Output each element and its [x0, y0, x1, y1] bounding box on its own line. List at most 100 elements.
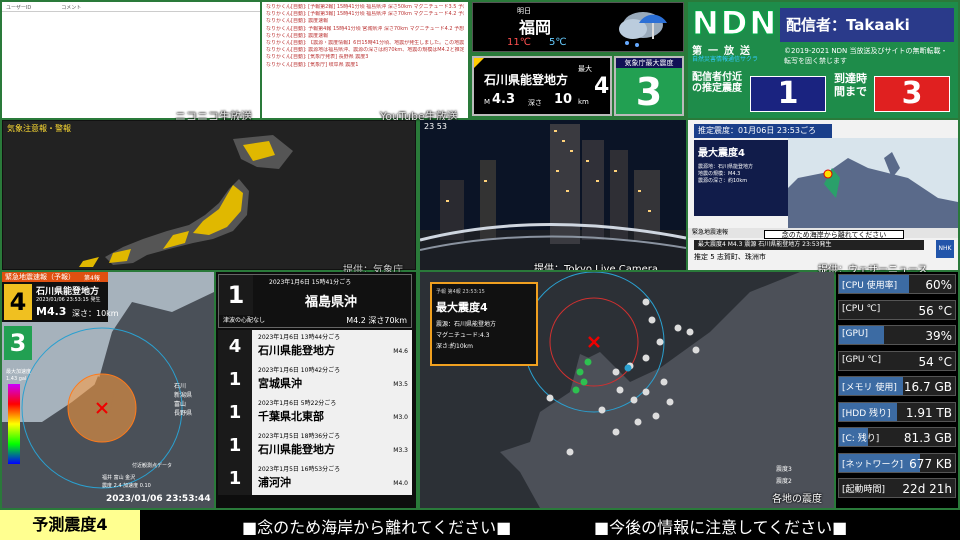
japan-warning-map: [79, 135, 293, 267]
eew-depth: 深さ：10km: [72, 309, 119, 318]
stat-value: 16.7 GB: [903, 380, 952, 394]
eew-mag: M4.3: [36, 305, 67, 318]
magnitude: 4.3: [492, 92, 516, 107]
item-place: 石川県能登地方: [258, 443, 335, 456]
quake-list-item[interactable]: 1 2023年1月6日 15時41分ごろ 福島県沖 M4.2 深さ70km 津波の心配な…: [218, 274, 412, 328]
map2-mag: マグニチュード:4.3: [436, 332, 490, 339]
item-intensity: 1: [219, 275, 253, 315]
stat-label: [起動時間]: [842, 485, 886, 495]
stat-value: 81.3 GB: [903, 431, 952, 445]
tv-row-a: 最大震度4 M4.3 震源 石川県能登地方 23:53発生: [694, 240, 924, 250]
map2-max: 最大震度4: [436, 301, 488, 314]
quake-list-item[interactable]: 1 2023年1月6日 5時22分ごろ 千葉県北東部 M3.0: [218, 396, 412, 429]
stat-value: 22d 21h: [902, 482, 952, 496]
item-mag: M3.0: [393, 414, 408, 421]
tv-map: [788, 138, 958, 232]
jma-value: 3: [635, 70, 663, 114]
quake-list-item[interactable]: 1 2023年1月5日 18時36分ごろ 石川県能登地方 M3.3: [218, 429, 412, 462]
quake-list-item[interactable]: 1 2023年1月6日 10時42分ごろ 宮城県沖 M3.5: [218, 363, 412, 396]
tv-max: 最大震度4: [698, 148, 745, 159]
item-intensity: 1: [218, 462, 252, 495]
ndn-sub2: 自然災害情報通信サクラ: [692, 56, 759, 63]
eew-side-item: 長野県: [174, 410, 193, 417]
col-comment: コメント: [61, 5, 82, 11]
chat-message: なりかくん[自動]: 予報第4報 15時41分頃 宮城県沖 深さ70km マグニ…: [266, 25, 464, 32]
item-place: 宮城県沖: [258, 377, 302, 390]
chat-message: なりかくん[自動]: 震度速報: [266, 18, 329, 25]
eew-src: 震度 2.4 加速度 0.10: [102, 483, 151, 489]
chat-message: なりかくん[自動]: 【震源・震度情報】6日15時41分頃、地震が発生しました。…: [266, 40, 464, 47]
eew-intensity: 4: [4, 284, 32, 320]
station-marker: [576, 368, 584, 376]
nhk-logo: NHK: [936, 240, 954, 258]
credit-camera: 提供：Tokyo Live Camera: [534, 264, 659, 270]
footer-msg1: ■念のため海岸から離れてください■: [242, 518, 512, 537]
pc-stat-row: [メモリ 使用] 16.7 GB: [838, 376, 956, 396]
chat-message: なりかくん[自動]: [予報第3報] 15時41分頃 福島県沖 深さ70km マ…: [266, 11, 464, 18]
footer-ticker: 予測震度4 ■念のため海岸から離れてください■ ■今後の情報に注意してください■: [0, 510, 960, 540]
station-marker: [598, 406, 606, 414]
copyright: ©2019-2021 NDN 当放送及びサイトの無断転載・転写を固く禁じます: [784, 47, 948, 65]
arrival-seconds: 3: [874, 76, 950, 112]
acc-value: 1.43 gal: [6, 376, 27, 382]
ndn-panel: NDN 第一放送 自然災害情報通信サクラ 配信者：Takaaki ©2019-2…: [688, 2, 958, 118]
quake-history-list: 1 2023年1月6日 15時41分ごろ 福島県沖 M4.2 深さ70km 津波の心配な…: [216, 272, 416, 508]
eew-time: 2023/01/06 23:53:15 発生: [36, 297, 101, 303]
chat-message: なりかくん[自動]: [気象庁発表] 長野県 震度3: [266, 54, 369, 61]
quake-list-item[interactable]: 4 2023年1月6日 13時44分ごろ 石川県能登地方 M4.6: [218, 330, 412, 363]
chat-message: なりかくん[自動]: 震源地は福島県沖、震源の深さは約70km、地震の規模はM4…: [266, 47, 464, 54]
item-intensity: 1: [218, 396, 252, 429]
item-mag: M4.2 深さ70km: [346, 316, 407, 325]
item-mag: M3.5: [393, 381, 408, 388]
arrive-label: 到達時間まで: [834, 72, 867, 98]
item-place: 石川県能登地方: [258, 344, 335, 357]
depth-unit: km: [578, 98, 589, 106]
m-label: M: [484, 98, 491, 106]
eew-jma: 3: [4, 326, 32, 360]
pc-stats-panel: [CPU 使用率] 60% [CPU ℃] 56 °C [GPU] 39% [GPU ℃] 5…: [836, 272, 958, 508]
jma-label: 気象庁最大震度: [616, 58, 682, 68]
tv-row-b: 推定 5 志賀町、珠洲市: [694, 253, 766, 261]
stat-value: 677 KB: [909, 456, 952, 471]
chat-message: なりかくん[自動]: [気象庁] 岐阜県 震度1: [266, 61, 359, 68]
item-mag: M4.6: [393, 348, 408, 355]
station-marker: [686, 328, 694, 336]
acc-scale: [8, 384, 20, 464]
eew-side-item: 新潟県: [174, 392, 193, 399]
item-time: 2023年1月6日 5時22分ごろ: [258, 400, 337, 407]
legend-2: 震度2: [776, 478, 792, 485]
depth-value: 10: [554, 92, 573, 107]
map2-src: 震源：石川県能登地方: [436, 321, 497, 328]
stat-label: [CPU ℃]: [842, 303, 881, 314]
eew-panel: 緊急地震速報（予報） 第4報 4 石川県能登地方 2023/01/06 23:5…: [2, 272, 214, 508]
map2-depth: 深さ:約10km: [436, 343, 473, 350]
tv-notice: 念のため海岸から離れてください: [764, 230, 904, 239]
station-marker: [648, 316, 656, 324]
station-marker: [612, 368, 620, 376]
station-marker: [624, 364, 632, 372]
chat-message: なりかくん[自動]: [予報第2報] 15時41分頃 福島県沖 深さ50km マ…: [266, 4, 464, 10]
pc-stat-row: [CPU 使用率] 60%: [838, 274, 956, 294]
chat-message: なりかくん[自動]: 震度速報: [266, 32, 329, 39]
stat-label: [メモリ 使用]: [842, 383, 897, 393]
footer-msg2: ■今後の情報に注意してください■: [594, 518, 848, 537]
pc-stat-row: [ネットワーク] 677 KB: [838, 452, 956, 473]
station-marker: [642, 354, 650, 362]
item-mag: M3.3: [393, 447, 408, 454]
pc-stat-row: [GPU ℃] 54 °C: [838, 350, 956, 371]
intensity-map-panel: 予報 第4報 23:53:15 最大震度4 震源：石川県能登地方 マグニチュード…: [420, 272, 834, 508]
caster-label: 配信者：Takaaki: [780, 8, 954, 42]
station-marker: [584, 358, 592, 366]
quake-list-item[interactable]: 1 2023年1月5日 16時53分ごろ 浦河沖 M4.0: [218, 462, 412, 495]
station-marker: [546, 394, 554, 402]
cam-time: 23 53: [424, 122, 447, 131]
item-note: 津波の心配なし: [223, 317, 266, 324]
weather-panel: 明日 福岡 11℃ 5℃: [472, 2, 684, 52]
stat-label: [GPU ℃]: [842, 354, 881, 365]
acc-label: 最大加速度: [6, 369, 32, 375]
station-marker: [642, 298, 650, 306]
item-time: 2023年1月5日 18時36分ごろ: [258, 433, 341, 440]
quake-place: 石川県能登地方: [484, 73, 569, 87]
eew-num: 第4報: [84, 275, 100, 282]
stat-label: [CPU 使用率]: [842, 281, 898, 291]
